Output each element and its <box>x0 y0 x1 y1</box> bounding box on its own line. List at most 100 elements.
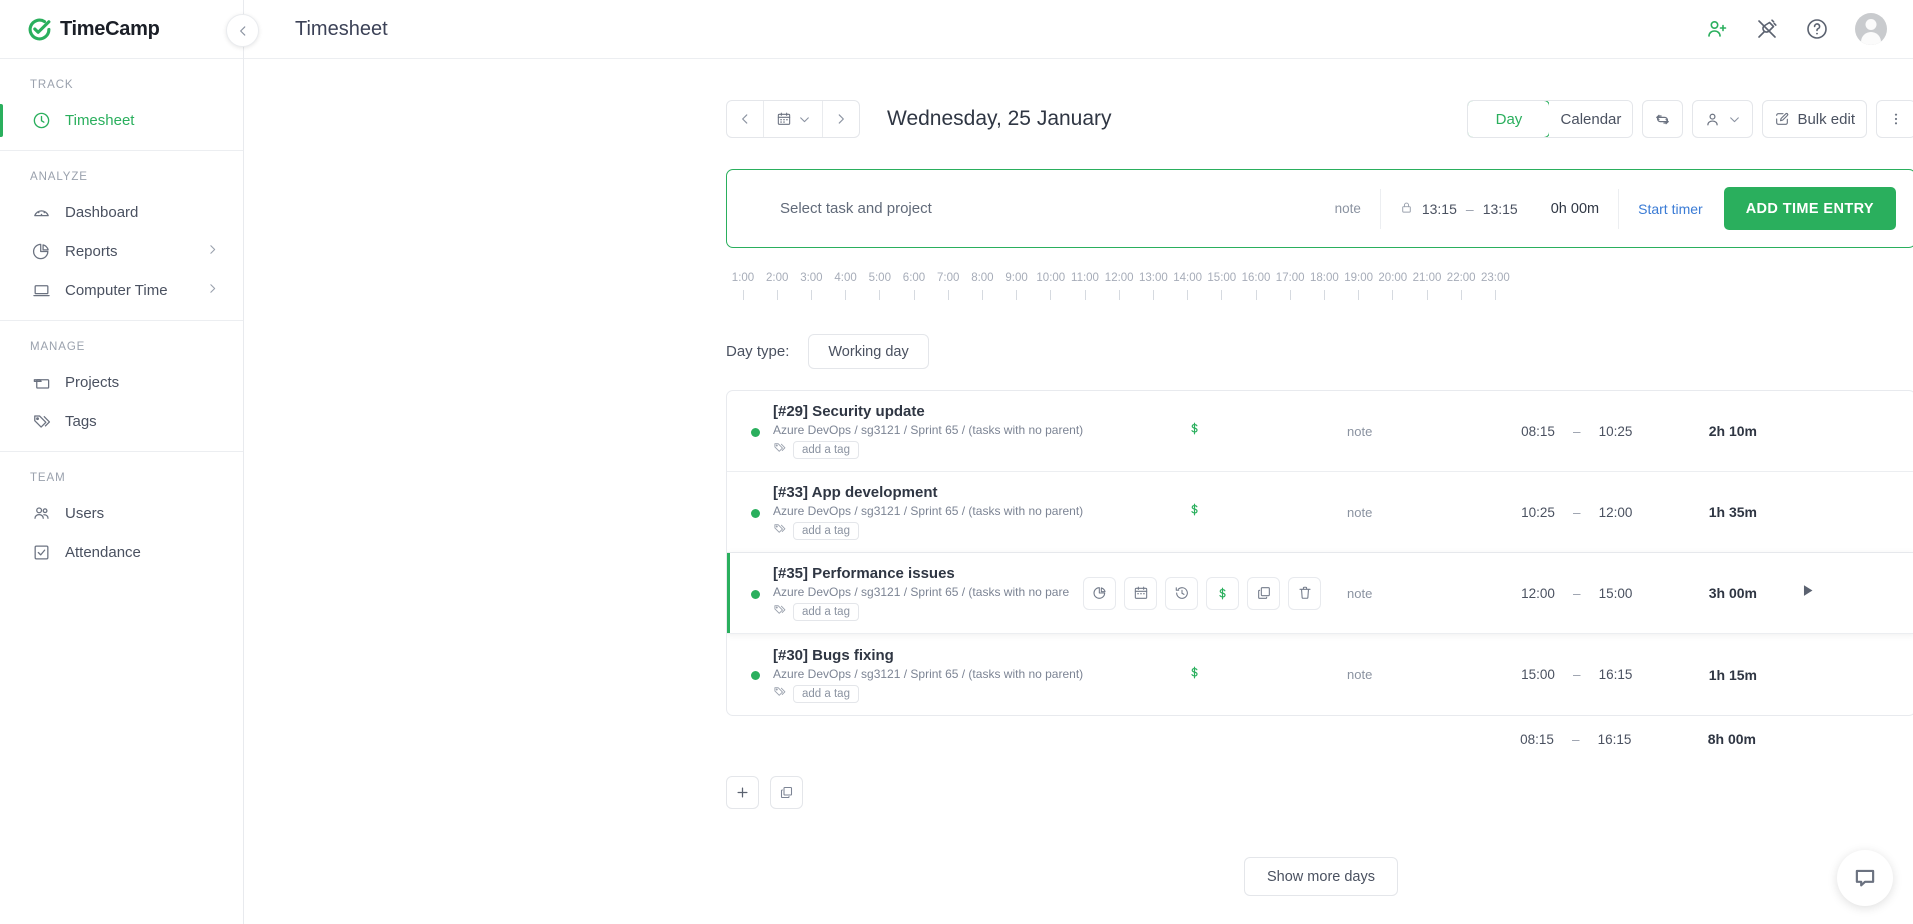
plug-icon[interactable] <box>1755 17 1779 41</box>
timeline-tick-label: 2:00 <box>760 272 794 284</box>
chat-widget-button[interactable] <box>1837 850 1893 906</box>
entry-title[interactable]: [#29] Security update <box>773 403 1083 420</box>
report-action-button[interactable] <box>1083 577 1116 610</box>
timeline-tick-mark <box>1256 290 1257 300</box>
trash-action-button[interactable] <box>1288 577 1321 610</box>
entry-duration[interactable]: 1h 35m <box>1687 504 1757 520</box>
start-timer-link[interactable]: Start timer <box>1638 201 1703 217</box>
more-options-button[interactable] <box>1876 100 1913 138</box>
user-filter-dropdown[interactable] <box>1692 100 1753 138</box>
sidebar-item-tags[interactable]: Tags <box>0 402 243 441</box>
add-tag-button[interactable]: add a tag <box>793 603 859 621</box>
add-time-entry-button[interactable]: ADD TIME ENTRY <box>1724 187 1896 230</box>
refresh-button[interactable] <box>1642 100 1683 138</box>
entry-title[interactable]: [#33] App development <box>773 484 1083 501</box>
timeline-tick-mark <box>743 290 744 300</box>
time-dash: – <box>1559 586 1595 601</box>
next-day-button[interactable] <box>823 101 859 137</box>
entry-duration[interactable]: 3h 00m <box>1687 585 1757 601</box>
timeline-tick: 3:00 <box>794 272 828 300</box>
main-area: Timesheet <box>244 0 1913 924</box>
tab-day[interactable]: Day <box>1467 100 1550 138</box>
lock-icon[interactable] <box>1400 201 1413 217</box>
entry-note[interactable]: note <box>1347 505 1372 520</box>
entry-end-time[interactable]: 16:15 <box>1595 667 1637 682</box>
date-navigator <box>726 100 860 138</box>
add-tag-button[interactable]: add a tag <box>793 685 859 703</box>
sidebar-item-timesheet[interactable]: Timesheet <box>0 101 243 140</box>
sidebar-collapse-button[interactable] <box>226 14 259 47</box>
table-row[interactable]: [#35] Performance issues Azure DevOps / s… <box>727 553 1913 634</box>
entry-start-time[interactable]: 10:25 <box>1517 505 1559 520</box>
entry-start-time[interactable]: 12:00 <box>1517 586 1559 601</box>
entry-note[interactable]: note <box>1347 424 1372 439</box>
table-row[interactable]: [#29] Security update Azure DevOps / sg31… <box>727 391 1913 472</box>
sidebar-item-computer-time[interactable]: Computer Time <box>0 271 243 310</box>
billable-toggle[interactable] <box>1187 663 1202 687</box>
dollar-action-button[interactable] <box>1206 577 1239 610</box>
tab-calendar[interactable]: Calendar <box>1549 101 1632 137</box>
add-user-icon[interactable] <box>1705 17 1729 41</box>
entry-start-time[interactable]: 08:15 <box>1517 424 1559 439</box>
timeline-tick-mark <box>1221 290 1222 300</box>
entry-note[interactable]: note <box>1347 667 1372 682</box>
sidebar-section-analyze: ANALYZE Dashboard <box>0 151 243 321</box>
breadcrumb[interactable]: Azure DevOps / sg3121 / Sprint 65 / (tas… <box>773 585 1069 599</box>
sidebar-item-reports[interactable]: Reports <box>0 232 243 271</box>
entry-note[interactable]: note <box>1347 586 1372 601</box>
date-picker-button[interactable] <box>763 101 823 137</box>
timeline-tick: 14:00 <box>1171 272 1205 300</box>
timeline-tick-mark <box>1050 290 1051 300</box>
calendar-action-button[interactable] <box>1124 577 1157 610</box>
timeline-tick: 18:00 <box>1307 272 1341 300</box>
tag-icon <box>773 441 786 459</box>
timeline-tick: 4:00 <box>829 272 863 300</box>
entry-end-time[interactable]: 12:00 <box>1595 505 1637 520</box>
breadcrumb[interactable]: Azure DevOps / sg3121 / Sprint 65 / (tas… <box>773 504 1083 518</box>
logo[interactable]: TimeCamp <box>0 0 243 59</box>
entry-title[interactable]: [#30] Bugs fixing <box>773 647 1083 664</box>
show-more-days-button[interactable]: Show more days <box>1244 857 1398 896</box>
add-tag-button[interactable]: add a tag <box>793 441 859 459</box>
entry-end-time[interactable]: 10:25 <box>1595 424 1637 439</box>
help-icon[interactable] <box>1805 17 1829 41</box>
entry-duration[interactable]: 1h 15m <box>1687 667 1757 683</box>
billable-toggle[interactable] <box>1187 500 1202 524</box>
sidebar-section-team: TEAM Users Attendance <box>0 452 243 582</box>
new-entry-duration[interactable]: 0h 00m <box>1551 201 1599 217</box>
bulk-edit-button[interactable]: Bulk edit <box>1762 100 1867 138</box>
folder-icon <box>30 372 52 394</box>
new-entry-note[interactable]: note <box>1335 201 1361 216</box>
play-icon[interactable] <box>1799 582 1816 604</box>
duplicate-action-button[interactable] <box>1247 577 1280 610</box>
add-entry-button[interactable] <box>726 776 759 809</box>
edit-icon <box>1774 111 1790 127</box>
entry-duration[interactable]: 2h 10m <box>1687 423 1757 439</box>
avatar[interactable] <box>1855 13 1887 45</box>
timeline-tick-mark <box>811 290 812 300</box>
prev-day-button[interactable] <box>727 101 763 137</box>
add-tag-button[interactable]: add a tag <box>793 522 859 540</box>
totals-times: 08:15 – 16:15 <box>1516 732 1636 747</box>
sidebar-item-dashboard[interactable]: Dashboard <box>0 193 243 232</box>
sidebar-item-users[interactable]: Users <box>0 494 243 533</box>
table-row[interactable]: [#33] App development Azure DevOps / sg31… <box>727 472 1913 553</box>
sidebar-item-projects[interactable]: Projects <box>0 363 243 402</box>
day-type-selector[interactable]: Working day <box>808 334 928 369</box>
entry-title[interactable]: [#35] Performance issues <box>773 565 1069 582</box>
history-action-button[interactable] <box>1165 577 1198 610</box>
table-row[interactable]: [#30] Bugs fixing Azure DevOps / sg3121 /… <box>727 634 1913 715</box>
entry-start-time[interactable]: 15:00 <box>1517 667 1559 682</box>
breadcrumb[interactable]: Azure DevOps / sg3121 / Sprint 65 / (tas… <box>773 667 1083 681</box>
timeline-tick: 22:00 <box>1444 272 1478 300</box>
breadcrumb[interactable]: Azure DevOps / sg3121 / Sprint 65 / (tas… <box>773 423 1083 437</box>
entry-breadcrumb-line: Azure DevOps / sg3121 / Sprint 65 / (tas… <box>773 585 1069 599</box>
dollar-icon <box>1187 663 1202 682</box>
new-entry-end-time[interactable]: 13:15 <box>1483 201 1518 217</box>
duplicate-day-button[interactable] <box>770 776 803 809</box>
sidebar-item-attendance[interactable]: Attendance <box>0 533 243 572</box>
task-project-selector[interactable]: Select task and project <box>780 200 932 217</box>
new-entry-start-time[interactable]: 13:15 <box>1422 201 1457 217</box>
billable-toggle[interactable] <box>1187 419 1202 443</box>
entry-end-time[interactable]: 15:00 <box>1595 586 1637 601</box>
